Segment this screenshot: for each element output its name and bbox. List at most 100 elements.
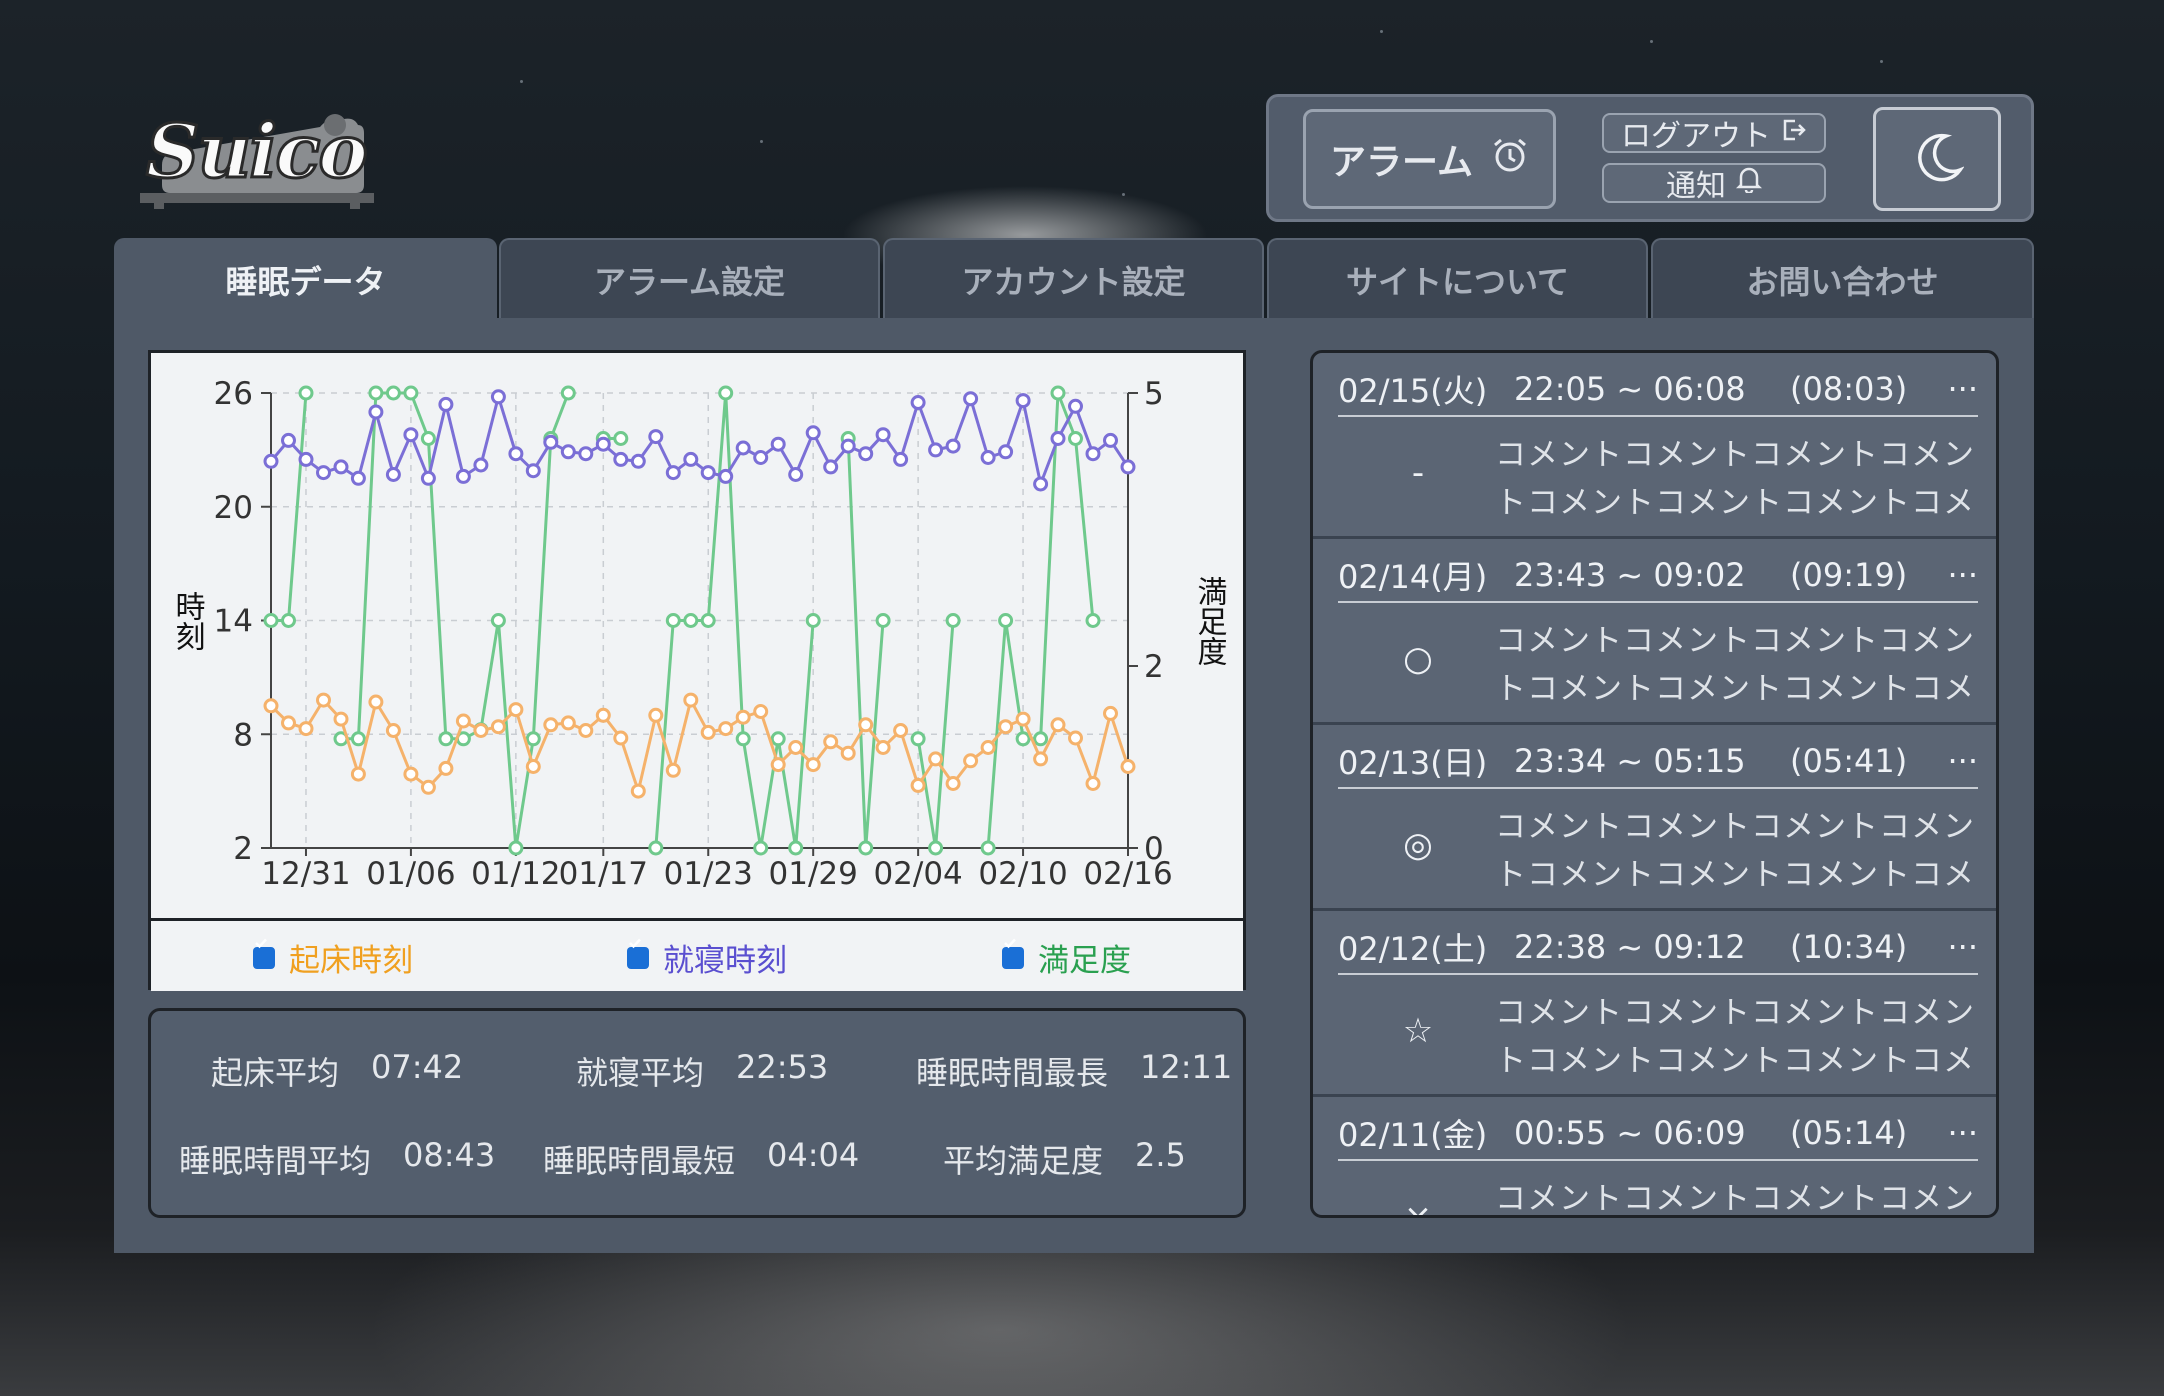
more-options-icon[interactable]: ··· (1940, 370, 1978, 408)
data-point (700, 613, 716, 628)
data-point (1068, 431, 1083, 446)
more-options-icon[interactable]: ··· (1940, 556, 1978, 594)
data-point (473, 457, 489, 473)
data-point (735, 709, 751, 725)
data-point (613, 451, 629, 467)
stat-label: 睡眠時間平均 (179, 1142, 372, 1180)
stat-wake-avg: 起床平均 07:42 (211, 1048, 463, 1094)
record-duration: (10:34) (1790, 928, 1908, 966)
data-point (543, 434, 559, 450)
stat-sleep-max: 睡眠時間最長 12:11 (916, 1048, 1232, 1094)
data-point (385, 467, 401, 482)
stat-value: 12:11 (1140, 1048, 1233, 1086)
data-point (385, 385, 401, 401)
data-point (1015, 711, 1031, 727)
data-point (910, 777, 926, 793)
x-tick-label: 02/10 (978, 856, 1067, 892)
data-point (945, 613, 961, 628)
data-point (788, 740, 804, 755)
data-point (945, 776, 961, 791)
tab-label: サイトについて (1345, 263, 1570, 301)
record-date: 02/14(月) (1338, 558, 1488, 596)
data-point (298, 385, 314, 401)
data-point (963, 391, 979, 407)
tab-sleep-data[interactable]: 睡眠データ (114, 238, 497, 320)
record-comment: コメントコメントコメントコメントコメントコメントコメントコメ (1495, 995, 1975, 1079)
data-point (875, 613, 891, 628)
x-tick-label: 01/23 (664, 856, 753, 892)
data-point (893, 723, 909, 738)
y-tick-label: 8 (233, 717, 253, 753)
data-point (1085, 613, 1101, 628)
chart-canvas: 2620148252012/31 01/06 01/1201/17 01/23 01/2… (170, 376, 1227, 892)
tab-contact[interactable]: お問い合わせ (1651, 238, 2034, 320)
checkbox-checked-icon[interactable] (253, 938, 275, 969)
record-header: 02/11(金) 00:55 ~ 06:09 (05:14) ··· (1338, 1107, 1978, 1161)
legend-bed[interactable]: 就寝時刻 (627, 935, 787, 980)
stat-bed-avg: 就寝平均 22:53 (576, 1048, 828, 1094)
legend-wake[interactable]: 起床時刻 (253, 935, 413, 980)
tab-about[interactable]: サイトについて (1267, 238, 1648, 320)
checkbox-checked-icon[interactable] (627, 938, 649, 969)
more-options-icon[interactable]: ··· (1940, 1114, 1978, 1152)
more-options-icon[interactable]: ··· (1940, 742, 1978, 780)
data-point (788, 840, 804, 856)
notify-label: 通知 (1666, 169, 1726, 204)
alarm-button[interactable]: アラーム (1303, 109, 1556, 209)
data-point (560, 444, 576, 460)
data-point (1103, 432, 1118, 448)
checkbox-checked-icon[interactable] (1002, 938, 1024, 969)
stat-label: 起床平均 (211, 1054, 340, 1092)
record-item[interactable]: 02/12(土) 22:38 ~ 09:12 (10:34) ··· ☆ コメン… (1313, 911, 1996, 1097)
data-point (403, 385, 419, 401)
tab-alarm-settings[interactable]: アラーム設定 (499, 238, 880, 320)
data-point (508, 446, 524, 462)
data-point (858, 840, 874, 856)
data-point (683, 451, 699, 467)
record-item[interactable]: 02/14(月) 23:43 ~ 09:02 (09:19) ··· ○ コメン… (1313, 539, 1996, 725)
data-point (665, 465, 681, 481)
data-point (368, 404, 384, 420)
notification-button[interactable]: 通知 (1602, 163, 1826, 204)
data-point (455, 468, 471, 484)
data-point (403, 766, 419, 782)
tab-account-settings[interactable]: アカウント設定 (883, 238, 1264, 320)
data-point (770, 757, 786, 773)
legend-label: 就寝時刻 (663, 943, 787, 979)
data-point (333, 459, 349, 475)
data-point (350, 731, 366, 747)
data-point (281, 613, 296, 628)
data-point (1050, 717, 1066, 733)
stats-panel: 起床平均 07:42 就寝平均 22:53 睡眠時間最長 12:11 睡眠時間平… (148, 1008, 1246, 1218)
record-item[interactable]: 02/11(金) 00:55 ~ 06:09 (05:14) ··· × コメン… (1313, 1097, 1996, 1215)
data-point (770, 436, 786, 452)
legend-satisfaction[interactable]: 満足度 (1002, 935, 1131, 980)
data-point (648, 429, 664, 445)
data-point (263, 453, 279, 469)
data-point (490, 719, 506, 735)
series-line (846, 438, 885, 850)
data-point (1120, 459, 1136, 475)
data-point (718, 468, 734, 484)
data-point (438, 396, 454, 412)
data-point (1033, 731, 1049, 747)
x-tick-label: 12/31 (261, 856, 350, 892)
sleep-records-list[interactable]: 02/15(火) 22:05 ~ 06:08 (08:03) ··· - コメン… (1310, 350, 1999, 1218)
legend-label: 起床時刻 (289, 943, 413, 979)
data-point (438, 760, 454, 776)
data-point (490, 613, 506, 628)
data-point (665, 762, 681, 778)
data-point (700, 465, 716, 481)
data-point (525, 759, 541, 774)
logout-button[interactable]: ログアウト (1602, 113, 1826, 154)
record-item[interactable]: 02/15(火) 22:05 ~ 06:08 (08:03) ··· - コメン… (1313, 353, 1996, 539)
data-point (1015, 393, 1031, 409)
record-header: 02/14(月) 23:43 ~ 09:02 (09:19) ··· (1338, 549, 1978, 603)
theme-toggle-button[interactable] (1873, 107, 2001, 211)
record-comment: コメントコメントコメントコメントコメントコメントコメントコメ (1495, 809, 1975, 893)
suico-logo[interactable]: Suico (140, 105, 390, 210)
record-item[interactable]: 02/13(日) 23:34 ~ 05:15 (05:41) ··· ◎ コメン… (1313, 725, 1996, 911)
tab-label: アラーム設定 (593, 263, 786, 301)
more-options-icon[interactable]: ··· (1940, 928, 1978, 966)
data-point (613, 431, 629, 446)
